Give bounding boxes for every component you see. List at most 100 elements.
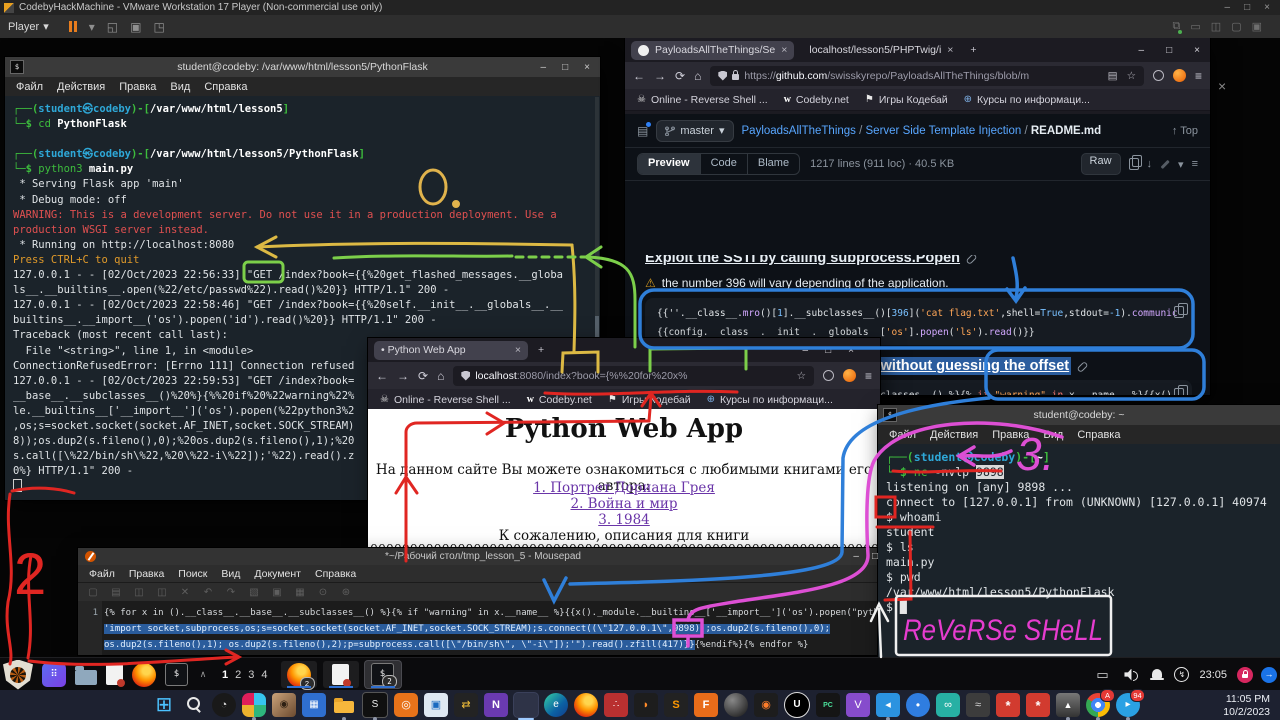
terminal2-output[interactable]: ┌──(student㉿codeby)-[~]└─$ nc -nvlp 9898… [878, 444, 1280, 660]
back-icon[interactable]: ← [633, 69, 645, 83]
bookmark-item[interactable]: ⚑Игры Кодебай [608, 394, 691, 406]
open-file-icon[interactable]: ▤ [109, 586, 123, 600]
gray-app-icon[interactable]: ≈ [966, 693, 990, 717]
visual-studio-icon[interactable]: V [846, 693, 870, 717]
terminal-launcher-icon[interactable]: $ [165, 663, 188, 686]
menu-item-Правка[interactable]: Правка [122, 567, 171, 581]
menu-item-Файл[interactable]: Файл [82, 567, 122, 581]
speedtest-icon[interactable]: ◔ [212, 693, 236, 717]
lock-screen-icon[interactable] [1237, 667, 1253, 683]
menu-item-Правка[interactable]: Правка [112, 80, 163, 94]
windows-search-icon[interactable] [182, 693, 206, 717]
menu-item-Вид[interactable]: Вид [163, 80, 197, 94]
workspace-1[interactable]: 1 [222, 669, 228, 681]
tab-code[interactable]: Code [701, 154, 748, 174]
text-editor-icon[interactable] [106, 664, 123, 685]
menu-item-Справка[interactable]: Справка [308, 567, 363, 581]
terminal2-titlebar[interactable]: $ student@codeby: ~ [878, 405, 1280, 425]
fl-studio-icon[interactable]: ◗ [634, 693, 658, 717]
tab-blame[interactable]: Blame [748, 154, 799, 174]
file-manager-icon[interactable] [75, 670, 97, 685]
ctrl-alt-del-icon[interactable]: ◱ [107, 20, 118, 34]
chrome-icon[interactable] [514, 693, 538, 717]
raw-button[interactable]: Raw [1081, 153, 1121, 175]
bookmark-item[interactable]: ⊕Курсы по информаци... [707, 394, 833, 406]
red-gear2-icon[interactable]: * [1026, 693, 1050, 717]
show-windows-icon[interactable]: ∧ [197, 663, 209, 687]
book-link-1[interactable]: 1. Портрет Дориана Грея [368, 480, 880, 496]
chrome-profile-icon[interactable]: A [1086, 693, 1110, 717]
vmware-maximize-button[interactable]: □ [1244, 2, 1250, 13]
tab-localhost-phptwig[interactable]: localhost/lesson5/PHPTwig/i × [802, 41, 960, 60]
forward-icon[interactable]: → [654, 69, 666, 83]
close-file-icon[interactable]: ✕ [178, 586, 192, 600]
workspace-pager[interactable]: 1234 [222, 669, 268, 681]
terminal1-titlebar[interactable]: $ student@codeby: /var/www/html/lesson5/… [5, 57, 600, 77]
suspend-vm-button[interactable] [69, 21, 77, 32]
taskbar-terminal-window[interactable]: $2 [365, 661, 401, 688]
suspend-caret-icon[interactable]: ▾ [89, 20, 95, 34]
github-window-close[interactable]: × [1194, 45, 1200, 56]
find-icon[interactable]: ⊙ [316, 586, 330, 600]
save-as-icon[interactable]: ◫ [155, 586, 169, 600]
webapp-menu-icon[interactable]: ≡ [865, 369, 872, 383]
menu-item-Действия[interactable]: Действия [923, 428, 985, 442]
sublime-icon[interactable]: S [664, 693, 688, 717]
firefox-launcher-icon[interactable] [132, 663, 156, 687]
calendar-icon[interactable]: ▦ [302, 693, 326, 717]
bookmark-item[interactable]: ⊕Курсы по информаци... [964, 94, 1090, 106]
file-tree-icon[interactable]: ▤ [637, 124, 648, 138]
bookmark-item[interactable]: ⚑Игры Кодебай [865, 94, 948, 106]
power-manager-icon[interactable]: ↯ [1174, 667, 1189, 682]
new-tab-button[interactable]: + [970, 44, 976, 56]
sphere-app-icon[interactable] [724, 693, 748, 717]
mousepad-maximize-button[interactable]: □ [872, 551, 878, 562]
orange-tool-icon[interactable]: ◎ [394, 693, 418, 717]
virtualbox-icon[interactable]: ▣ [424, 693, 448, 717]
copy-file-icon[interactable] [1129, 158, 1139, 170]
webapp-pocket-icon[interactable] [823, 370, 834, 381]
updates-icon[interactable]: → [1261, 667, 1277, 683]
shortcut-app-icon[interactable]: S [362, 692, 388, 718]
bookmark-item[interactable]: ☠Online - Reverse Shell ... [637, 94, 768, 106]
workspace-4[interactable]: 4 [261, 669, 267, 681]
mousepad-titlebar[interactable]: *~/Рабочий стол/tmp_lesson_5 - Mousepad … [78, 548, 888, 565]
codeby-logo[interactable] [3, 660, 33, 690]
notifications-icon[interactable] [1150, 668, 1164, 681]
menu-item-Справка[interactable]: Справка [1070, 428, 1127, 442]
menu-item-Вид[interactable]: Вид [214, 567, 247, 581]
book-link-2[interactable]: 2. Война и мир [368, 496, 880, 512]
taskbar-firefox-window[interactable]: 2 [281, 661, 317, 688]
bookmark-item[interactable]: wCodeby.net [784, 94, 849, 106]
paste-icon[interactable]: ▦ [293, 586, 307, 600]
taskbar-mousepad-window[interactable] [323, 661, 359, 688]
camtasia-icon[interactable]: ∞ [936, 693, 960, 717]
volume-icon[interactable] [1124, 668, 1140, 682]
back-to-top-link[interactable]: ↑ Top [1172, 125, 1198, 137]
webapp-account-icon[interactable] [843, 369, 856, 382]
stray-close-icon[interactable]: × [1218, 78, 1226, 94]
reader-mode-icon[interactable]: ▤ [1108, 70, 1118, 82]
branch-selector[interactable]: master ▾ [656, 120, 733, 142]
menu-item-Файл[interactable]: Файл [882, 428, 923, 442]
workspace-3[interactable]: 3 [248, 669, 254, 681]
breadcrumb-dir[interactable]: Server Side Template Injection [866, 125, 1022, 137]
webapp-star-icon[interactable]: ☆ [797, 370, 806, 382]
replace-icon[interactable]: ⊛ [339, 586, 353, 600]
slack-icon[interactable] [242, 693, 266, 717]
mousepad-editor[interactable]: 1 {% for x in ().__class__.__base__.__su… [78, 601, 888, 655]
undo-icon[interactable]: ↶ [201, 586, 215, 600]
menu-item-Вид[interactable]: Вид [1036, 428, 1070, 442]
github-window-minimize[interactable]: – [1139, 45, 1145, 56]
telegram-icon[interactable]: ▸94 [1116, 693, 1140, 717]
windows-clock[interactable]: 11:05 PM 10/2/2023 [1223, 693, 1270, 718]
window-list-icon[interactable]: ▭ [1090, 663, 1114, 687]
device-network-icon[interactable]: ◫ [1211, 20, 1221, 33]
screenshot-tool-icon[interactable]: ▲ [1056, 693, 1080, 717]
workspace-2[interactable]: 2 [235, 669, 241, 681]
webapp-back-icon[interactable]: ← [376, 369, 388, 383]
terminal1-close-button[interactable]: × [584, 62, 590, 73]
bookmark-item[interactable]: ☠Online - Reverse Shell ... [380, 394, 511, 406]
book-link-3[interactable]: 3. 1984 [368, 512, 880, 528]
webapp-tab-close-icon[interactable]: × [515, 344, 521, 356]
